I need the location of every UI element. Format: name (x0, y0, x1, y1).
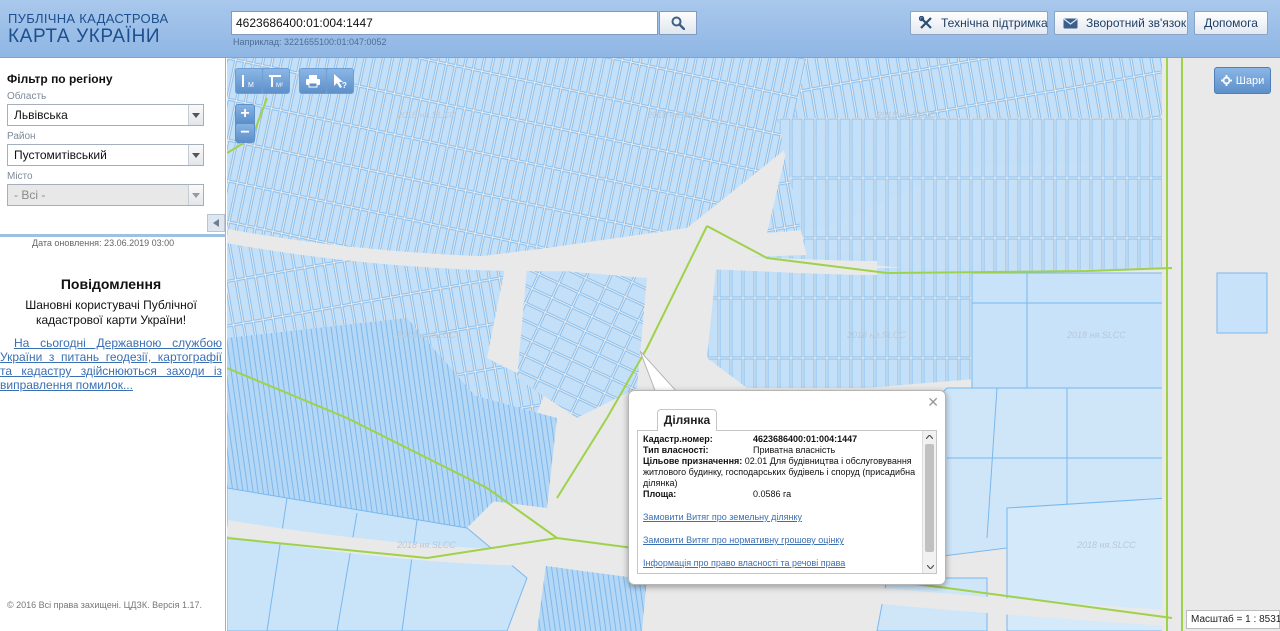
popup-scrollbar[interactable] (922, 431, 936, 573)
cadastr-label: Кадастр.номер: (643, 434, 713, 444)
sidebar-divider (0, 234, 226, 237)
svg-text:M²: M² (276, 83, 283, 89)
ruler-icon: M (242, 75, 254, 89)
ownership-rights-link[interactable]: Інформація про право власності та речові… (643, 558, 917, 569)
header: ПУБЛІЧНА КАДАСТРОВА КАРТА УКРАЇНИ Наприк… (0, 0, 1280, 58)
collapse-sidebar-button[interactable] (207, 214, 225, 232)
misto-label: Місто (7, 171, 33, 182)
measure-area-button[interactable]: M² (263, 69, 289, 93)
map-view[interactable]: 2018 ня.SLCC 2018 ня.SLCC 2018 ня.SLCC 2018… (227, 58, 1280, 631)
ownership-label: Тип власності: (643, 445, 709, 455)
cadastral-search-input[interactable] (231, 11, 658, 35)
order-valuation-extract-link[interactable]: Замовити Витяг про нормативну грошову оц… (643, 535, 917, 546)
layers-label: Шари (1235, 74, 1265, 87)
oblast-select[interactable]: Львівська (7, 104, 204, 126)
close-icon[interactable]: ✕ (927, 395, 939, 409)
printer-icon (306, 75, 320, 88)
chevron-down-icon (188, 105, 203, 125)
popup-body: Кадастр.номер: 4623686400:01:004:1447 Ти… (637, 430, 937, 574)
search-hint: Наприклад: 3221655100:01:047:0052 (233, 37, 387, 47)
zoom-out-button[interactable]: − (236, 124, 254, 142)
envelope-icon (1063, 18, 1078, 29)
misto-value: - Всі - (14, 188, 46, 202)
update-date: Дата оновлення: 23.06.2019 03:00 (32, 238, 175, 248)
cadastr-row: Кадастр.номер: 4623686400:01:004:1447 (643, 434, 917, 445)
parcel-info: Кадастр.номер: 4623686400:01:004:1447 Ти… (638, 431, 922, 572)
parcel-popup: ✕ Ділянка Кадастр.номер: 4623686400:01:0… (628, 390, 946, 585)
ownership-value: Приватна власність (753, 445, 836, 455)
map-watermark: 2018 ня.SLCC (876, 110, 936, 120)
zoom-in-button[interactable]: + (236, 105, 254, 123)
rayon-value: Пустомитівський (14, 148, 107, 162)
rayon-select[interactable]: Пустомитівський (7, 144, 204, 166)
site-logo[interactable]: ПУБЛІЧНА КАДАСТРОВА КАРТА УКРАЇНИ (8, 12, 168, 46)
search-area: Наприклад: 3221655100:01:047:0052 (231, 11, 697, 47)
notice-text: Шановні користувачі Публічної кадастрово… (25, 298, 197, 327)
copyright: © 2016 Всі права захищені. ЦДЗК. Версія … (7, 600, 203, 610)
feedback-label: Зворотний зв'язок (1086, 16, 1187, 30)
purpose-label: Цільове призначення: (643, 456, 743, 466)
chevron-down-icon (188, 185, 203, 205)
search-button[interactable] (659, 11, 697, 35)
map-scale: Масштаб = 1 : 8531 (1186, 610, 1280, 629)
purpose-text: Цільове призначення: 02.01 Для будівницт… (643, 456, 917, 489)
oblast-label: Область (7, 91, 47, 102)
region-filter: Фільтр по регіону Область Львівська Райо… (0, 58, 225, 206)
measure-toolbar: M M² (235, 68, 290, 94)
misto-select[interactable]: - Всі - (7, 184, 204, 206)
search-icon (671, 16, 685, 30)
action-toolbar: ? (299, 68, 354, 94)
print-button[interactable] (300, 69, 326, 93)
pointer-question-icon: ? (334, 74, 347, 89)
identify-button[interactable]: ? (327, 69, 353, 93)
scroll-thumb[interactable] (925, 444, 934, 552)
support-label: Технічна підтримка (941, 16, 1048, 30)
logo-line2: КАРТА УКРАЇНИ (8, 26, 161, 47)
logo-line1: ПУБЛІЧНА КАДАСТРОВА (8, 11, 169, 26)
rayon-label: Район (7, 131, 36, 142)
area-row: Площа: 0.0586 га (643, 489, 917, 500)
map-watermark: 2018 ня.SLCC (1066, 330, 1126, 340)
svg-text:M: M (248, 82, 254, 89)
order-land-extract-link[interactable]: Замовити Витяг про земельну ділянку (643, 512, 917, 523)
sidebar: Фільтр по регіону Область Львівська Райо… (0, 58, 226, 631)
chevron-down-icon (188, 145, 203, 165)
area-value: 0.0586 га (753, 489, 792, 499)
map-watermark: 2018 ня.SLCC (396, 330, 456, 340)
notice-panel: Повідомлення Шановні користувачі Публічн… (0, 276, 222, 392)
tab-parcel[interactable]: Ділянка (657, 409, 717, 431)
layers-button[interactable]: Шари (1214, 67, 1271, 94)
notice-title: Повідомлення (60, 276, 162, 292)
svg-text:?: ? (342, 81, 347, 89)
map-watermark: 2018 ня.SLCC (646, 110, 706, 120)
zoom-control: + − (235, 104, 255, 143)
feedback-button[interactable]: Зворотний зв'язок (1054, 11, 1188, 35)
purpose-row: Цільове призначення: 02.01 Для будівницт… (643, 456, 917, 489)
measure-distance-button[interactable]: M (236, 69, 262, 93)
oblast-value: Львівська (14, 108, 68, 122)
notice-link[interactable]: На сьогодні Державною службою України з … (0, 336, 222, 392)
gear-icon (1220, 75, 1232, 86)
filter-title: Фільтр по регіону (7, 72, 113, 86)
help-button[interactable]: Допомога (1194, 11, 1268, 35)
tools-icon (919, 16, 933, 30)
map-watermark: 2018 ня.SLCC (396, 110, 456, 120)
help-label: Допомога (1204, 16, 1258, 30)
cadastr-value: 4623686400:01:004:1447 (753, 434, 858, 444)
ownership-row: Тип власності: Приватна власність (643, 445, 917, 456)
map-watermark: 2018 ня.SLCC (396, 540, 456, 550)
scroll-up-icon[interactable] (923, 431, 936, 443)
scroll-down-icon[interactable] (923, 561, 936, 573)
map-watermark: 2018 ня.SLCC (846, 330, 906, 340)
area-label: Площа: (643, 489, 677, 499)
area-icon: M² (269, 75, 283, 89)
chevron-left-icon (213, 219, 219, 227)
support-button[interactable]: Технічна підтримка (910, 11, 1048, 35)
map-watermark: 2018 ня.SLCC (1076, 540, 1136, 550)
